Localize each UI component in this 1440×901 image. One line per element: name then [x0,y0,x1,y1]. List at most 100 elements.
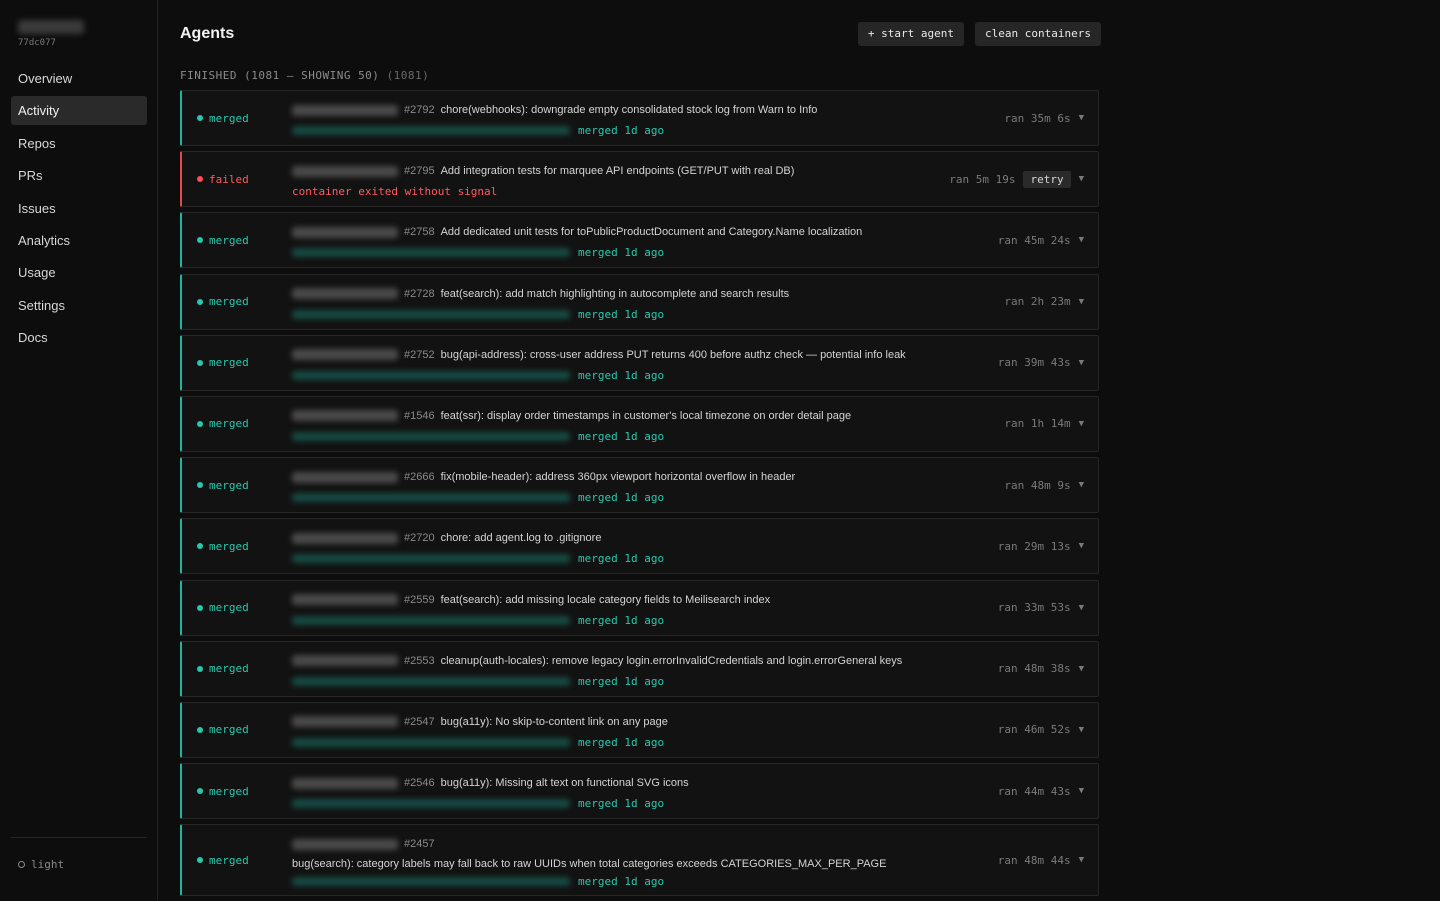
pr-title[interactable]: fix(mobile-header): address 360px viewpo… [441,471,796,483]
brand[interactable]: 77dc077 [18,20,84,48]
merged-time: merged 1d ago [578,552,665,566]
pr-title[interactable]: feat(ssr): display order timestamps in c… [441,410,852,422]
status-label: merged [209,539,249,553]
pr-title[interactable]: feat(search): add missing locale categor… [441,594,771,606]
pr-number[interactable]: #2547 [404,716,435,728]
sidebar-nav: Overview Activity Repos PRs Issues Analy… [11,64,147,356]
clean-containers-button[interactable]: clean containers [975,22,1101,46]
sidebar-item-repos[interactable]: Repos [11,129,147,158]
pr-title[interactable]: bug(search): category labels may fall ba… [292,858,886,870]
dot-icon [197,857,203,864]
chevron-down-icon[interactable]: ▼ [1079,603,1084,613]
status-badge: merged [197,275,249,329]
pr-number[interactable]: #2553 [404,655,435,667]
sidebar-item-docs[interactable]: Docs [11,323,147,352]
sidebar-item-prs[interactable]: PRs [11,161,147,190]
status-label: merged [209,784,249,798]
repo-name-redacted [292,104,398,116]
pr-number[interactable]: #2795 [404,165,435,177]
run-duration: ran 35m 6s [1004,111,1071,125]
branch-name-redacted [292,370,570,380]
chevron-down-icon[interactable]: ▼ [1079,235,1084,245]
chevron-down-icon[interactable]: ▼ [1079,786,1084,796]
pr-number[interactable]: #1546 [404,410,435,422]
theme-toggle[interactable]: light [18,858,64,871]
agent-row[interactable]: merged #2792 chore(webhooks): downgrade e… [180,90,1099,146]
agent-row[interactable]: failed #2795 Add integration tests for ma… [180,151,1099,208]
status-badge: merged [197,703,249,757]
sidebar-item-issues[interactable]: Issues [11,194,147,223]
pr-number[interactable]: #2666 [404,471,435,483]
start-agent-button[interactable]: + start agent [857,22,964,46]
pr-number[interactable]: #2728 [404,288,435,300]
pr-title[interactable]: cleanup(auth-locales): remove legacy log… [441,655,903,667]
sidebar-item-usage[interactable]: Usage [11,258,147,287]
run-duration: ran 44m 43s [997,784,1071,798]
dot-icon [197,359,203,366]
status-label: merged [209,295,249,309]
pr-title[interactable]: feat(search): add match highlighting in … [441,288,790,300]
chevron-down-icon[interactable]: ▼ [1079,725,1084,735]
dot-icon [197,298,203,305]
status-label: merged [209,478,249,492]
pr-number[interactable]: #2559 [404,594,435,606]
pr-title[interactable]: chore(webhooks): downgrade empty consoli… [441,104,818,116]
branch-name-redacted [292,615,570,625]
dot-icon [197,176,203,183]
chevron-down-icon[interactable]: ▼ [1079,855,1084,865]
agent-row[interactable]: merged #2457 bug(search): category label… [180,824,1099,897]
sidebar-item-settings[interactable]: Settings [11,291,147,320]
pr-number[interactable]: #2758 [404,226,435,238]
branch-name-redacted [292,676,570,686]
pr-title[interactable]: chore: add agent.log to .gitignore [441,532,602,544]
chevron-down-icon[interactable]: ▼ [1079,541,1084,551]
chevron-down-icon[interactable]: ▼ [1079,480,1084,490]
sidebar-item-overview[interactable]: Overview [11,64,147,93]
merged-time: merged 1d ago [578,735,665,749]
agent-row[interactable]: merged #2553 cleanup(auth-locales): remov… [180,640,1099,697]
sidebar-item-activity[interactable]: Activity [11,96,147,126]
pr-number[interactable]: #2752 [404,349,435,361]
agent-row[interactable]: merged #2547 bug(a11y): No skip-to-conten… [180,701,1099,758]
status-badge: merged [197,825,249,895]
pr-title[interactable]: bug(api-address): cross-user address PUT… [441,349,906,361]
chevron-down-icon[interactable]: ▼ [1079,358,1084,368]
agent-row[interactable]: merged #2546 bug(a11y): Missing alt text … [180,763,1099,820]
chevron-down-icon[interactable]: ▼ [1079,297,1084,307]
agent-row[interactable]: merged #2559 feat(search): add missing lo… [180,579,1099,636]
agent-row[interactable]: merged #2758 Add dedicated unit tests for… [180,212,1099,269]
agent-row[interactable]: merged #1546 feat(ssr): display order tim… [180,395,1099,452]
repo-name-redacted [292,777,398,789]
branch-name-redacted [292,309,570,319]
chevron-down-icon[interactable]: ▼ [1079,113,1084,123]
pr-title[interactable]: bug(a11y): No skip-to-content link on an… [441,716,668,728]
repo-name-redacted [292,226,398,238]
pr-title[interactable]: Add dedicated unit tests for toPublicPro… [441,226,863,238]
circle-icon [18,861,25,868]
page-title: Agents [180,25,235,42]
status-label: failed [209,172,249,186]
pr-number[interactable]: #2792 [404,104,435,116]
retry-button[interactable]: retry [1023,170,1071,188]
agent-row[interactable]: merged #2752 bug(api-address): cross-user… [180,334,1099,391]
status-label: merged [209,601,249,614]
pr-number[interactable]: #2720 [404,532,435,544]
dot-icon [197,482,203,489]
pr-title[interactable]: Add integration tests for marquee API en… [441,165,795,177]
repo-name-redacted [292,288,398,300]
agent-row[interactable]: merged #2728 feat(search): add match high… [180,273,1099,330]
pr-number[interactable]: #2546 [404,777,435,789]
dot-icon [197,543,203,550]
chevron-down-icon[interactable]: ▼ [1079,174,1084,184]
pr-title[interactable]: bug(a11y): Missing alt text on functiona… [441,777,689,789]
status-badge: merged [197,519,249,573]
agent-row[interactable]: merged #2666 fix(mobile-header): address … [180,457,1099,514]
status-badge: merged [197,336,249,390]
branch-name-redacted [292,799,570,809]
sidebar-item-analytics[interactable]: Analytics [11,226,147,255]
status-badge: merged [197,581,249,635]
pr-number[interactable]: #2457 [404,838,435,850]
chevron-down-icon[interactable]: ▼ [1079,419,1084,429]
agent-row[interactable]: merged #2720 chore: add agent.log to .git… [180,518,1099,575]
chevron-down-icon[interactable]: ▼ [1079,664,1084,674]
